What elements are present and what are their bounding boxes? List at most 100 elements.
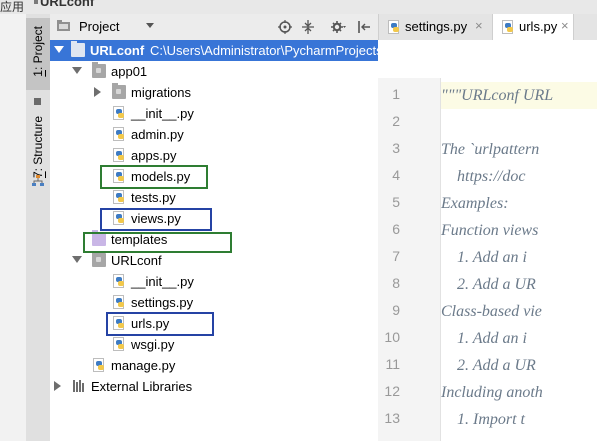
stripe-square-icon (34, 98, 41, 105)
code-line: The `urlpattern (441, 141, 540, 158)
line-number: 6 (392, 221, 400, 237)
structure-tab-label: : Structure (31, 116, 45, 172)
structure-tool-tab[interactable]: 7: Structure (26, 112, 50, 202)
python-file-icon (112, 169, 126, 183)
tree-item-urls-py[interactable]: urls.py (50, 313, 378, 334)
tree-item-label: settings.py (131, 295, 194, 310)
tree-item-urlconf-root[interactable]: URLconf C:\Users\Administrator\PycharmPr… (50, 40, 386, 61)
line-number: 9 (392, 302, 400, 318)
tree-item-tests-py[interactable]: tests.py (50, 187, 378, 208)
crosshair-icon[interactable] (277, 19, 293, 35)
code-line: Function views (441, 222, 539, 239)
tree-item-models-py[interactable]: models.py (50, 166, 378, 187)
tree-item-label: views.py (131, 211, 181, 226)
tree-item-label: __init__.py (131, 106, 194, 121)
tree-item-label: models.py (131, 169, 191, 184)
hide-panel-icon[interactable] (356, 19, 372, 35)
tree-item-label: migrations (131, 85, 191, 100)
line-number: 13 (384, 410, 400, 426)
project-panel-title: Project (79, 19, 120, 34)
tree-item-urlconf-package[interactable]: URLconf (50, 250, 378, 271)
close-tab-icon[interactable]: × (561, 18, 569, 33)
code-editor[interactable]: """URLconf URL The `urlpattern https://d… (441, 78, 597, 441)
tree-item-label: External Libraries (91, 379, 193, 394)
tree-item-label: urls.py (131, 316, 170, 331)
python-file-icon (112, 127, 126, 141)
collapse-all-icon[interactable] (300, 19, 316, 35)
code-line: 2. Add a UR (441, 276, 536, 293)
tree-item-migrations[interactable]: migrations (50, 82, 378, 103)
tree-item-app01[interactable]: app01 (50, 61, 378, 82)
tab-label: settings.py (405, 19, 468, 34)
python-file-icon (112, 148, 126, 162)
view-mode-dropdown-icon[interactable] (146, 23, 154, 28)
project-tool-tab[interactable]: 1: Project (26, 18, 50, 90)
python-file-icon (112, 337, 126, 351)
tree-item-label: tests.py (131, 190, 176, 205)
package-folder-icon (92, 251, 106, 267)
python-file-icon (387, 20, 401, 34)
package-folder-icon (112, 83, 126, 99)
expand-arrow-icon[interactable] (72, 67, 82, 74)
line-number: 7 (392, 248, 400, 264)
line-number-gutter: 1 2 3 4 5 6 7 8 9 10 11 12 13 (378, 78, 455, 441)
tab-label: urls.py (519, 19, 558, 34)
python-file-icon (112, 106, 126, 120)
tree-item-templates[interactable]: templates (50, 229, 378, 250)
collapsed-arrow-icon[interactable] (54, 381, 61, 391)
expand-arrow-icon[interactable] (72, 256, 82, 263)
expand-arrow-icon[interactable] (54, 46, 64, 53)
project-path: C:\Users\Administrator\PycharmProjects\ (150, 43, 387, 58)
python-file-icon (112, 190, 126, 204)
python-file-icon (112, 316, 126, 330)
code-line: Examples: (441, 195, 509, 212)
python-file-icon (112, 211, 126, 225)
tree-item-label: URLconf (111, 253, 162, 268)
code-line: Including anoth (441, 384, 543, 401)
line-number: 5 (392, 194, 400, 210)
code-line: Class-based vie (441, 303, 542, 320)
python-file-icon (92, 358, 106, 372)
code-line: https://doc (441, 168, 526, 185)
project-tab-label: : Project (31, 26, 45, 71)
tree-item-apps-py[interactable]: apps.py (50, 145, 378, 166)
template-folder-icon (92, 230, 106, 246)
tree-item-urlconf-init-py[interactable]: __init__.py (50, 271, 378, 292)
tab-settings-py[interactable]: settings.py × (379, 14, 491, 40)
tab-urls-py[interactable]: urls.py × (492, 14, 574, 41)
tree-item-label: app01 (111, 64, 148, 79)
project-panel-header: Project (50, 14, 378, 41)
project-view-icon (57, 20, 70, 31)
tree-item-manage-py[interactable]: manage.py (50, 355, 378, 376)
tree-item-app01-init-py[interactable]: __init__.py (50, 103, 378, 124)
line-number: 1 (392, 86, 400, 102)
line-number: 3 (392, 140, 400, 156)
tree-item-settings-py[interactable]: settings.py (50, 292, 378, 313)
code-line: """URLconf URL (441, 82, 597, 109)
python-file-icon (501, 20, 515, 34)
code-line: 1. Add an i (441, 330, 527, 347)
title-bar: 应用 URLconf (0, 0, 597, 14)
structure-icon (32, 175, 44, 186)
editor-tab-bar: settings.py × urls.py × (378, 14, 597, 41)
window-project-name: URLconf (40, 0, 95, 9)
project-tab-number: 1 (31, 70, 45, 77)
line-number: 2 (392, 113, 400, 129)
code-line: 2. Add a UR (441, 357, 536, 374)
tree-item-wsgi-py[interactable]: wsgi.py (50, 334, 378, 355)
line-number: 12 (384, 383, 400, 399)
editor-breadcrumb-area (378, 40, 597, 79)
python-file-icon (112, 274, 126, 288)
collapsed-arrow-icon[interactable] (94, 87, 101, 97)
libraries-icon (72, 379, 86, 393)
left-window-edge (0, 14, 27, 441)
close-tab-icon[interactable]: × (475, 18, 483, 33)
title-cjk-fragment: 应用 (0, 0, 25, 14)
tree-item-views-py[interactable]: views.py (50, 208, 378, 229)
code-line: 1. Import t (441, 411, 525, 428)
settings-gear-icon[interactable] (330, 19, 346, 35)
tree-item-external-libraries[interactable]: External Libraries (50, 376, 378, 397)
tree-item-label: URLconf (90, 43, 145, 58)
project-folder-icon (34, 0, 38, 4)
tree-item-admin-py[interactable]: admin.py (50, 124, 378, 145)
